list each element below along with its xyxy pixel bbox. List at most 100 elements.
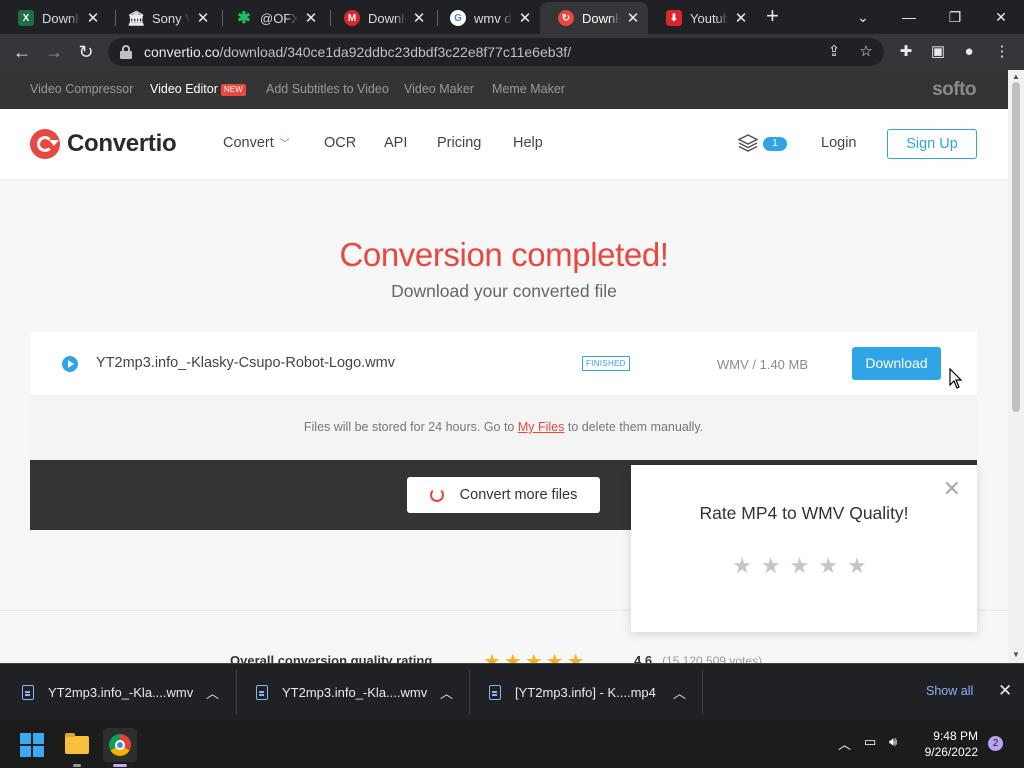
lock-icon[interactable] [120,45,132,59]
tab-strip: X Downlo ✕ 🏛 Sony Ve ✕ ✱ @OFXPl ✕ M Down… [0,0,1024,34]
signup-button[interactable]: Sign Up [887,129,977,159]
chrome-button[interactable] [103,728,137,762]
file-explorer-button[interactable] [60,728,94,762]
softo-link-video-editor[interactable]: Video Editor [150,82,218,96]
softo-bar: Video Compressor Video Editor NEW Add Su… [0,70,1008,109]
softo-link-video-maker[interactable]: Video Maker [404,82,474,96]
download-button[interactable]: Download [852,347,941,380]
reload-button[interactable]: ↻ [74,40,98,64]
close-icon[interactable]: ✕ [734,9,748,27]
volume-icon[interactable]: 🔊︎ [889,734,897,750]
chevron-up-icon[interactable]: ︿ [673,683,686,702]
new-tab-button[interactable]: + [766,5,779,27]
download-item[interactable]: YT2mp3.info_-Kla....wmv ︿ [256,664,456,721]
page-viewport: Video Compressor Video Editor NEW Add Su… [0,70,1008,663]
profile-icon[interactable]: ● [959,42,979,62]
nav-pricing[interactable]: Pricing [437,135,481,151]
play-icon[interactable] [62,356,78,372]
close-icon[interactable]: ✕ [626,9,640,27]
clock-date: 9/26/2022 [924,745,978,759]
network-icon[interactable]: ▭ [864,734,876,750]
forward-button[interactable]: → [42,40,66,64]
page-title: Conversion completed! [339,236,669,273]
close-icon[interactable]: ✕ [943,478,961,500]
toolbar: ← → ↻ convertio.co/download/340ce1da92dd… [0,34,1024,70]
file-icon [256,685,268,700]
url-text[interactable]: convertio.co/download/340ce1da92ddbc23db… [144,44,571,60]
minimize-button[interactable]: — [886,0,932,34]
nav-convert[interactable]: Convert ﹀ [223,135,290,151]
bank-icon: 🏛 [127,9,145,26]
tab-search-icon[interactable]: ⌄ [840,0,886,34]
page-scrollbar[interactable]: ▲ ▼ [1008,70,1024,663]
convertio-logo-icon [30,129,60,159]
download-item-name: YT2mp3.info_-Kla....wmv [282,685,428,700]
nav-help[interactable]: Help [513,135,543,151]
windows-logo-icon [20,733,44,757]
download-item[interactable]: [YT2mp3.info] - K....mp4 ︿ [489,664,689,721]
chrome-icon [109,734,131,756]
close-icon[interactable]: ✕ [304,9,318,27]
tab-7[interactable]: ⬇ Youtube ✕ [648,2,756,34]
overall-rating-stars: ★★★★★ [483,651,588,663]
softo-link-meme-maker[interactable]: Meme Maker [492,82,565,96]
rate-quality-popup: ✕ Rate MP4 to WMV Quality! ★★★★★ [631,465,977,632]
file-icon [489,685,501,700]
scroll-down-icon[interactable]: ▼ [1008,650,1024,659]
system-clock[interactable]: 9:48 PM 9/26/2022 [920,728,978,760]
bookmark-star-icon[interactable]: ☆ [856,42,876,60]
storage-note-text-after: to delete them manually. [564,420,704,434]
google-icon: G [450,10,466,26]
tab-title: Downlo [42,10,80,26]
rating-stars[interactable]: ★★★★★ [631,553,977,579]
chevron-up-icon[interactable]: ︿ [440,683,453,702]
close-window-button[interactable]: ✕ [978,0,1024,34]
scroll-thumb[interactable] [1012,82,1020,412]
extensions-icon[interactable]: ✚ [896,42,916,62]
mega-icon: M [344,10,360,26]
restore-button[interactable]: ❐ [932,0,978,34]
close-shelf-icon[interactable]: ✕ [998,681,1012,701]
download-item[interactable]: YT2mp3.info_-Kla....wmv ︿ [22,664,222,721]
tab-4[interactable]: M Downlo ✕ [326,2,434,34]
convertio-logo[interactable]: Convertio [30,129,177,159]
show-all-downloads-link[interactable]: Show all [926,684,973,698]
download-item-name: [YT2mp3.info] - K....mp4 [515,685,656,700]
my-files-link[interactable]: My Files [518,420,565,434]
tab-2[interactable]: 🏛 Sony Ve ✕ [110,2,218,34]
overall-rating-votes: (15,120,509 votes) [662,654,763,663]
softo-link-video-compressor[interactable]: Video Compressor [30,82,133,96]
start-button[interactable] [15,728,49,762]
scroll-up-icon[interactable]: ▲ [1008,72,1024,81]
close-icon[interactable]: ✕ [196,9,210,27]
nav-api[interactable]: API [384,135,407,151]
tab-1[interactable]: X Downlo ✕ [0,2,108,34]
side-panel-icon[interactable]: ▣ [928,42,948,62]
tab-6-active[interactable]: ↻ Downlo ✕ [540,2,648,34]
file-count-badge[interactable]: 1 [763,137,787,151]
softo-logo[interactable]: softo [932,79,976,101]
layers-icon[interactable] [738,134,758,152]
convert-more-button[interactable]: Convert more files [407,477,600,513]
close-icon[interactable]: ✕ [412,9,426,27]
tab-5[interactable]: G wmv do ✕ [432,2,540,34]
chevron-up-icon[interactable]: ︿ [206,683,219,702]
softo-link-add-subtitles[interactable]: Add Subtitles to Video [266,82,389,96]
close-icon[interactable]: ✕ [518,9,532,27]
tab-3[interactable]: ✱ @OFXPl ✕ [218,2,326,34]
close-icon[interactable]: ✕ [86,9,100,27]
notification-badge[interactable]: 2 [988,736,1003,751]
chevron-up-icon[interactable]: ︿ [838,734,851,753]
menu-icon[interactable]: ⋮ [992,42,1012,62]
nav-ocr[interactable]: OCR [324,135,356,151]
file-size: WMV / 1.40 MB [717,357,809,372]
address-bar[interactable]: convertio.co/download/340ce1da92ddbc23db… [108,38,884,66]
star-burst-icon: ✱ [237,10,251,27]
back-button[interactable]: ← [10,40,34,64]
share-icon[interactable]: ⇪ [824,42,844,60]
storage-note-text-before: Files will be stored for 24 hours. Go to [303,420,518,434]
login-link[interactable]: Login [821,135,856,151]
file-name: YT2mp3.info_-Klasky-Csupo-Robot-Logo.wmv [96,355,395,371]
new-badge: NEW [221,84,246,96]
status-badge: FINISHED [582,356,630,371]
